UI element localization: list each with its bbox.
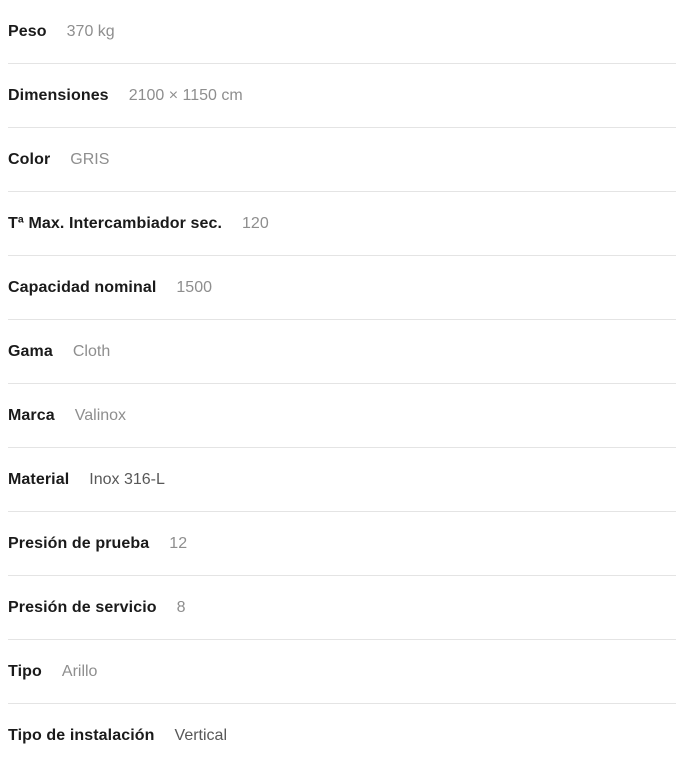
spec-value: 370 kg [66, 23, 115, 40]
spec-row: Capacidad nominal 1500 [0, 256, 676, 320]
spec-label: Tipo [8, 663, 42, 680]
spec-label: Material [8, 471, 70, 488]
spec-row: Marca Valinox [0, 384, 676, 448]
spec-value: 12 [169, 535, 188, 552]
spec-label: Capacidad nominal [8, 279, 157, 296]
spec-label: Peso [8, 23, 47, 40]
spec-label: Color [8, 151, 51, 168]
spec-row: Peso 370 kg [0, 0, 676, 64]
spec-label: Dimensiones [8, 87, 109, 104]
spec-label: Presión de servicio [8, 599, 157, 616]
spec-label: Presión de prueba [8, 535, 150, 552]
spec-value: Vertical [174, 727, 227, 744]
spec-row: Tipo Arillo [0, 640, 676, 704]
spec-value: 1500 [176, 279, 212, 296]
spec-label: Tipo de instalación [8, 727, 155, 744]
spec-row: Presión de servicio 8 [0, 576, 676, 640]
spec-row: Color GRIS [0, 128, 676, 192]
spec-value: Inox 316-L [89, 471, 165, 488]
spec-value: Valinox [74, 407, 127, 424]
spec-label: Tª Max. Intercambiador sec. [8, 215, 223, 232]
spec-label: Gama [8, 343, 53, 360]
spec-row: Presión de prueba 12 [0, 512, 676, 576]
spec-row: Dimensiones 2100 × 1150 cm [0, 64, 676, 128]
spec-value: 120 [242, 215, 269, 232]
spec-value: Arillo [61, 663, 98, 680]
spec-value: 8 [176, 599, 186, 616]
spec-value: Cloth [72, 343, 111, 360]
spec-value: GRIS [70, 151, 110, 168]
specification-table: Peso 370 kg Dimensiones 2100 × 1150 cm Color… [0, 0, 676, 768]
spec-row: Material Inox 316-L [0, 448, 676, 512]
spec-label: Marca [8, 407, 55, 424]
spec-value: 2100 × 1150 cm [128, 87, 243, 104]
spec-row: Tª Max. Intercambiador sec. 120 [0, 192, 676, 256]
spec-row: Gama Cloth [0, 320, 676, 384]
spec-row: Tipo de instalación Vertical [0, 704, 676, 768]
